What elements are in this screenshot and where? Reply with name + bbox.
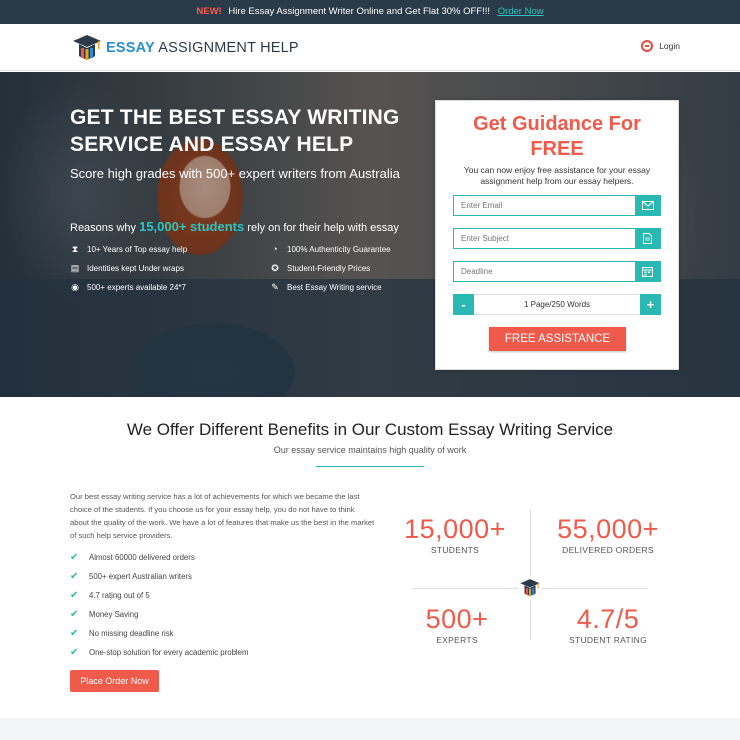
reasons-highlight: 15,000+ students [139,219,245,234]
check-icon: ✔ [70,551,79,563]
clock-icon: ◔ [272,244,278,254]
logo-text-highlight: ESSAY [106,40,155,56]
reasons-suffix: rely on for their help with essay [244,222,399,234]
hero-title: GET THE BEST ESSAY WRITING SERVICE AND E… [70,106,400,156]
site-logo[interactable]: ESSAY ASSIGNMENT HELP [71,32,299,64]
stat-label: STUDENT RATING [568,635,648,645]
support-icon: ◉ [71,281,79,292]
benefits-title: We Offer Different Benefits in Our Custo… [126,420,614,439]
email-field [453,195,661,216]
check-icon: ✔ [70,646,79,658]
pages-value: 1 Page/250 Words [474,294,640,315]
calendar-icon[interactable] [635,262,660,281]
check-label: 500+ expert Australian writers [89,572,192,581]
check-label: No missing deadline risk [89,629,174,638]
free-guidance-form: Get Guidance For FREE You can now enjoy … [435,100,679,370]
check-icon: ✔ [70,570,79,582]
form-title: Get Guidance For FREE [473,113,641,160]
benefits-paragraph: Our best essay writing service has a lot… [70,492,375,540]
stat-experts: 500+ EXPERTS [402,604,512,645]
reasons-heading: Reasons why 15,000+ students rely on for… [70,219,399,234]
stats-vertical-divider [530,510,531,640]
decrement-button[interactable]: - [453,294,474,315]
stat-number: 500+ [425,604,489,634]
stat-student-rating: 4.7/5 STUDENT RATING [548,604,668,645]
order-now-link[interactable]: Order Now [498,6,544,17]
hourglass-icon: ⧗ [71,243,79,254]
stat-number: 55,000+ [557,514,659,544]
envelope-icon [635,196,660,215]
logo-text: ESSAY ASSIGNMENT HELP [106,40,299,56]
hero-subtitle: Score high grades with 500+ expert write… [70,166,400,181]
stat-label: EXPERTS [436,635,478,645]
site-header: ESSAY ASSIGNMENT HELP Login [0,24,740,71]
user-icon [641,40,654,52]
reason-item: ⧗ 10+ Years of Top essay help [70,244,270,254]
stat-delivered-orders: 55,000+ DELIVERED ORDERS [548,514,668,555]
list-item: ✔ Money Saving [70,605,375,624]
new-badge: NEW! [196,6,222,17]
email-input[interactable] [454,196,635,215]
promo-text: Hire Essay Assignment Writer Online and … [228,6,491,17]
pages-stepper: - 1 Page/250 Words + [453,294,661,315]
edit-icon: ✎ [271,281,279,292]
check-label: Money Saving [89,610,139,619]
reason-item: ◉ 500+ experts available 24*7 [70,282,270,292]
reason-item: ◔ 100% Authenticity Guarantee [270,244,410,254]
increment-button[interactable]: + [640,294,661,315]
list-item: ✔ 500+ expert Australian writers [70,567,375,586]
stat-number: 4.7/5 [576,604,640,634]
reasons-list: ⧗ 10+ Years of Top essay help ◔ 100% Authe… [70,244,410,292]
subject-field [453,228,661,249]
reason-label: 100% Authenticity Guarantee [287,244,391,254]
form-description: You can now enjoy free assistance for yo… [463,165,651,186]
reason-label: Student-Friendly Prices [287,263,371,273]
reason-label: 10+ Years of Top essay help [87,244,188,254]
benefits-checklist: ✔ Almost 60000 delivered orders ✔ 500+ exp… [70,548,375,662]
graduation-cap-icon [518,576,542,600]
file-icon [635,229,660,248]
graduation-cap-logo-icon [71,32,103,64]
reason-label: 500+ experts available 24*7 [87,282,186,292]
reason-item: ✎ Best Essay Writing service [270,282,410,292]
document-icon: ▤ [70,262,80,273]
list-item: ✔ No missing deadline risk [70,624,375,643]
check-label: One-stop solution for every academic pro… [89,648,249,657]
login-label: Login [659,41,680,51]
reason-item: ✪ Student-Friendly Prices [270,263,410,273]
check-label: 4.7 rating out of 5 [89,591,150,600]
subject-input[interactable] [454,229,635,248]
reason-label: Identities kept Under wraps [87,263,184,273]
benefits-subtitle: Our essay service maintains high quality… [273,445,467,455]
stat-label: DELIVERED ORDERS [562,545,654,555]
stat-students: 15,000+ STUDENTS [400,514,510,555]
deadline-input[interactable] [454,262,635,281]
free-assistance-button[interactable]: FREE ASSISTANCE [489,327,626,351]
reasons-prefix: Reasons why [70,222,140,234]
list-item: ✔ Almost 60000 delivered orders [70,548,375,567]
reason-item: ▤ Identities kept Under wraps [70,263,270,273]
list-item: ✔ 4.7 rating out of 5 [70,586,375,605]
list-item: ✔ One-stop solution for every academic pr… [70,643,375,662]
stat-number: 15,000+ [404,514,506,544]
deadline-field [453,261,661,282]
title-divider [316,466,424,467]
reason-label: Best Essay Writing service [287,282,382,292]
login-link[interactable]: Login [641,40,680,52]
stat-label: STUDENTS [430,545,480,555]
award-icon: ✪ [271,262,279,273]
check-icon: ✔ [70,627,79,639]
check-label: Almost 60000 delivered orders [89,553,195,562]
logo-text-rest: ASSIGNMENT HELP [154,40,299,56]
check-icon: ✔ [70,589,79,601]
place-order-button[interactable]: Place Order Now [70,670,159,692]
next-section-edge [0,718,740,740]
check-icon: ✔ [70,608,79,620]
promo-bar: NEW! Hire Essay Assignment Writer Online… [0,0,740,24]
